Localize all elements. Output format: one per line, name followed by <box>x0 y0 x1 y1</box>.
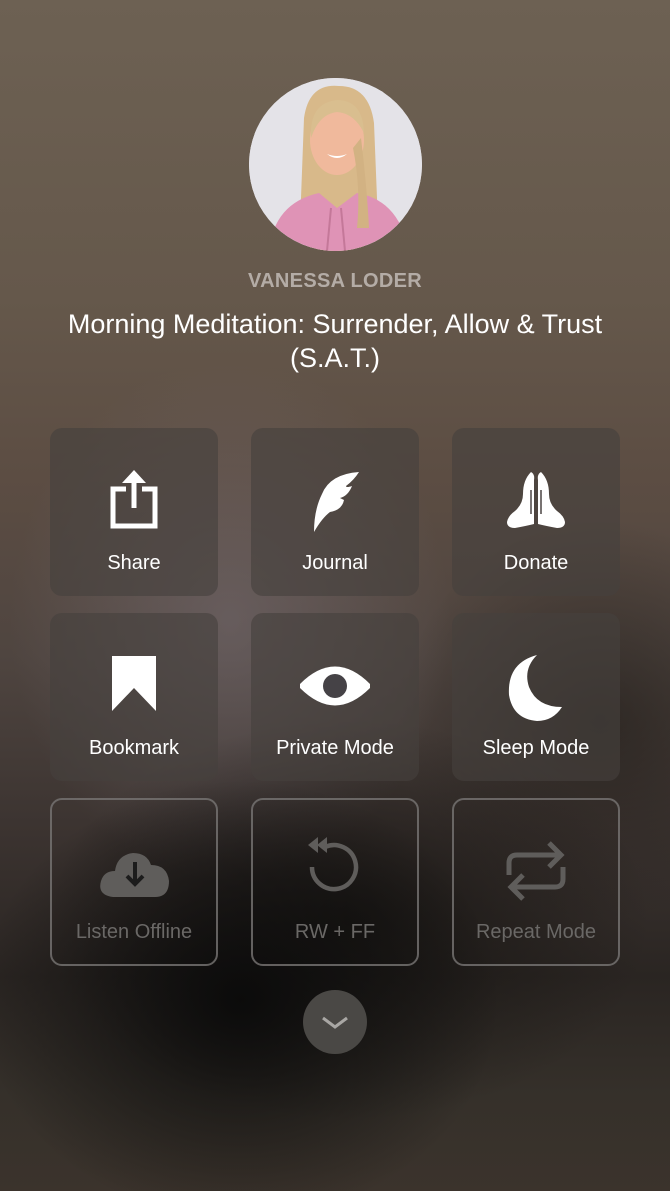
chevron-down-icon <box>322 1016 348 1029</box>
private-mode-label: Private Mode <box>276 737 394 759</box>
eye-icon <box>300 651 370 721</box>
share-label: Share <box>107 552 161 574</box>
avatar-photo <box>249 78 422 251</box>
avatar <box>249 78 422 251</box>
bookmark-label: Bookmark <box>88 737 180 759</box>
rw-ff-button[interactable]: RW + FF <box>251 798 419 966</box>
quill-icon <box>300 466 370 536</box>
donate-label: Donate <box>503 552 569 574</box>
author-name: VANESSA LODER <box>248 270 422 292</box>
repeat-mode-button[interactable]: Repeat Mode <box>452 798 620 966</box>
journal-label: Journal <box>302 552 368 574</box>
repeat-icon <box>501 835 571 905</box>
repeat-mode-label: Repeat Mode <box>475 921 597 943</box>
rw-ff-label: RW + FF <box>294 921 376 943</box>
listen-offline-button[interactable]: Listen Offline <box>50 798 218 966</box>
private-mode-button[interactable]: Private Mode <box>251 613 419 781</box>
bookmark-icon <box>99 651 169 721</box>
praying-hands-icon <box>501 466 571 536</box>
sleep-mode-label: Sleep Mode <box>482 737 590 759</box>
listen-offline-label: Listen Offline <box>75 921 193 943</box>
share-button[interactable]: Share <box>50 428 218 596</box>
rewind-icon <box>300 835 370 905</box>
journal-button[interactable]: Journal <box>251 428 419 596</box>
collapse-button[interactable] <box>303 990 367 1054</box>
moon-icon <box>501 651 571 721</box>
bookmark-button[interactable]: Bookmark <box>50 613 218 781</box>
sleep-mode-button[interactable]: Sleep Mode <box>452 613 620 781</box>
donate-button[interactable]: Donate <box>452 428 620 596</box>
track-title: Morning Meditation: Surrender, Allow & T… <box>67 309 603 373</box>
cloud-download-icon <box>99 835 169 905</box>
share-icon <box>99 466 169 536</box>
